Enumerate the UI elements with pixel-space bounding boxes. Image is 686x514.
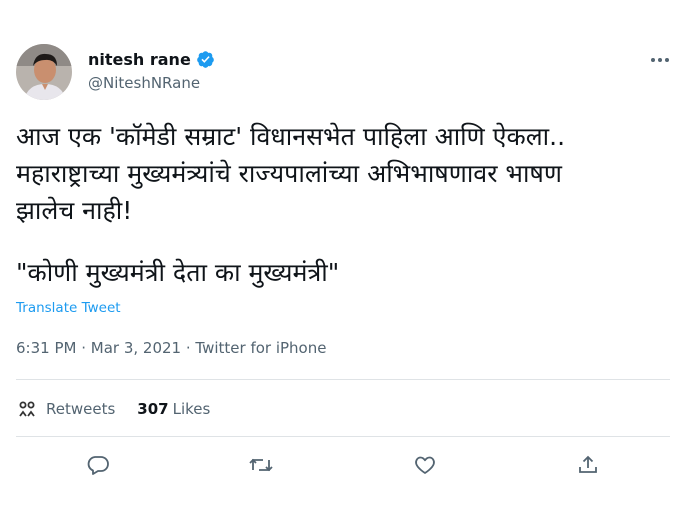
likes-count: 307 [137,400,169,418]
tweet-source[interactable]: Twitter for iPhone [195,339,326,357]
tweet-metadata: 6:31 PM · Mar 3, 2021 · Twitter for iPho… [16,339,326,357]
reply-icon[interactable] [85,452,111,478]
verified-badge-icon [196,50,215,69]
likes-stat[interactable]: 307 Likes [137,400,210,418]
divider [16,436,670,437]
tweet-time[interactable]: 6:31 PM [16,339,76,357]
heart-icon[interactable] [412,452,438,478]
divider [16,379,670,380]
tweet-quote-line: "कोणी मुख्यमंत्री देता का मुख्यमंत्री" [16,258,340,287]
share-icon[interactable] [575,452,601,478]
more-dots-icon[interactable] [648,50,672,70]
tweet-stats: Retweets 307 Likes [16,394,210,424]
user-handle[interactable]: @NiteshNRane [88,74,200,92]
retweet-quote-icon [16,398,38,420]
tweet-text: आज एक 'कॉमेडी सम्राट' विधानसभेत पाहिला आ… [16,122,566,225]
action-bar [0,452,686,482]
meta-separator: · [181,339,196,357]
retweet-icon[interactable] [248,452,274,478]
tweet-date[interactable]: Mar 3, 2021 [91,339,181,357]
name-row: nitesh rane [88,50,215,69]
meta-separator: · [76,339,91,357]
retweets-label[interactable]: Retweets [46,400,115,418]
avatar[interactable] [16,44,72,100]
translate-tweet-link[interactable]: Translate Tweet [16,300,121,316]
likes-label: Likes [172,400,211,418]
display-name[interactable]: nitesh rane [88,50,191,69]
tweet-card: nitesh rane @NiteshNRane आज एक 'कॉमेडी स… [0,0,686,514]
